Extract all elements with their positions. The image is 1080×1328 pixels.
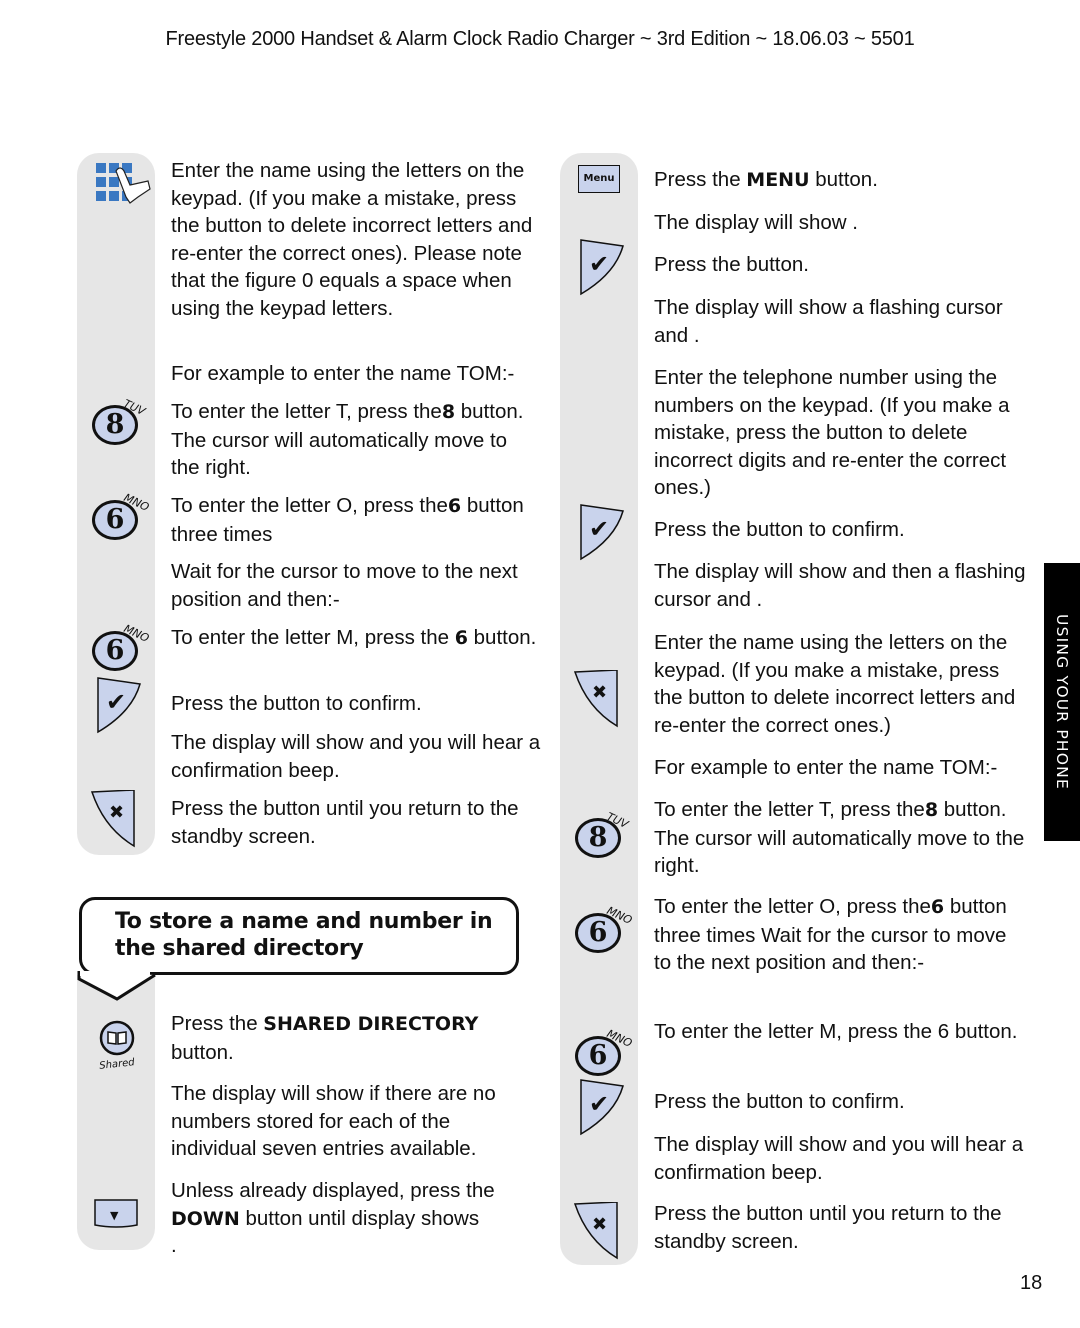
confirm-check-icon: ✔ [579,503,625,566]
step-text: For example to enter the name TOM:- [171,362,515,385]
section-heading: To store a name and number in the shared… [115,909,493,961]
svg-text:✖: ✖ [592,682,607,703]
step-text: To enter the letter M, press the 6 butto… [654,1020,1018,1043]
confirm-check-icon: ✔ [579,238,625,301]
key-6-icon: 6 MNO [92,491,151,540]
shared-directory-icon: Shared [95,1020,139,1072]
step-text: Press the button to confirm. [654,1090,905,1113]
key-8-icon: 8 TUV [575,810,630,858]
cancel-x-icon: ✖ [573,669,619,733]
heading-pointer [77,971,156,1001]
step-text: The display will show and you will hear … [171,731,541,782]
key-6-icon: 6 MNO [575,1027,634,1076]
svg-text:✔: ✔ [589,1090,609,1118]
step-text: Press the button to confirm. [654,518,905,541]
confirm-check-icon: ✔ [96,676,142,739]
step-text: For example to enter the name TOM:- [654,756,998,779]
step-text: The display will show and you will hear … [654,1133,1024,1184]
section-side-tab: USING YOUR PHONE [1044,563,1080,841]
step-text: Press the button to confirm. [171,692,422,715]
step-text: Press the MENU button. [654,168,878,191]
document-header: Freestyle 2000 Handset & Alarm Clock Rad… [165,28,915,50]
step-text: Enter the name using the letters on the … [654,631,1016,737]
step-text: To enter the letter M, press the 6 butto… [171,626,537,649]
step-text: Press the button until you return to the… [171,797,519,848]
svg-text:✔: ✔ [589,515,609,543]
step-text: . [171,1234,177,1257]
step-text: To enter the letter T, press the8 button… [654,798,1025,877]
step-text: To enter the letter O, press the6 button… [171,494,524,546]
menu-button-icon: Menu [578,165,620,193]
cancel-x-icon: ✖ [573,1201,619,1265]
step-text: The display will show and then a flashin… [654,560,1026,611]
step-text: Wait for the cursor to move to the next … [171,560,518,611]
step-text: Press the button until you return to the… [654,1202,1002,1253]
svg-text:✔: ✔ [589,250,609,278]
step-text: Enter the name using the letters on the … [171,159,533,320]
step-text: To enter the letter T, press the8 button… [171,400,524,479]
down-arrow-button-icon: ▼ [94,1199,138,1234]
cancel-x-icon: ✖ [90,789,136,853]
step-text: The display will show a flashing cursor … [654,296,1003,347]
step-text: The display will show . [654,211,858,234]
confirm-check-icon: ✔ [579,1078,625,1141]
key-6-icon: 6 MNO [575,904,634,953]
svg-text:✖: ✖ [592,1214,607,1235]
key-8-icon: 8 TUV [92,397,147,445]
step-text: To enter the letter O, press the6 button… [654,895,1007,974]
step-text: The display will show if there are no nu… [171,1082,496,1160]
svg-text:✖: ✖ [109,802,124,823]
step-text: Unless already displayed, press the DOWN… [171,1179,495,1230]
keypad-icon [96,163,152,212]
key-6-icon: 6 MNO [92,622,151,671]
svg-text:✔: ✔ [106,688,126,716]
page-number: 18 [1020,1272,1043,1294]
step-text: Enter the telephone number using the num… [654,366,1010,499]
side-tab-label: USING YOUR PHONE [1053,614,1071,790]
step-text: Press the SHARED DIRECTORY button. [171,1012,479,1064]
svg-text:▼: ▼ [110,1209,119,1222]
step-text: Press the button. [654,253,809,276]
